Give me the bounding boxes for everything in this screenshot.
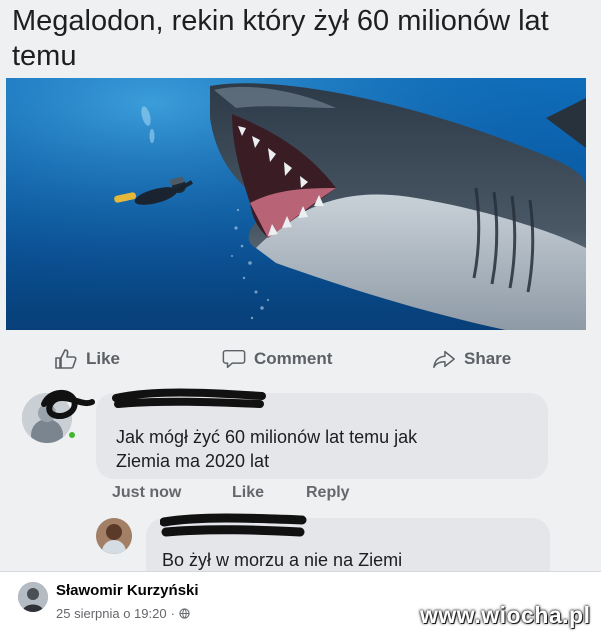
share-arrow-icon	[433, 350, 455, 369]
redaction-scribble	[41, 390, 95, 420]
share-button[interactable]: Share	[432, 346, 511, 372]
post-action-bar: Like Comment Share	[0, 340, 601, 378]
reply-avatar[interactable]	[96, 518, 132, 554]
comment-like-link[interactable]: Like	[232, 484, 264, 502]
redaction-scribble	[112, 388, 266, 408]
comment-reply-label: Reply	[306, 484, 350, 501]
meme-title: Megalodon, rekin który żył 60 milionów l…	[12, 5, 549, 72]
globe-icon	[179, 608, 190, 619]
comment-like-label: Like	[232, 484, 265, 501]
like-button[interactable]: Like	[54, 346, 120, 372]
author-avatar[interactable]	[18, 582, 48, 612]
share-label: Share	[464, 349, 512, 368]
megalodon-photo	[6, 78, 586, 330]
author-name[interactable]: Sławomir Kurzyński	[56, 582, 199, 599]
comment-text-line2: Ziemia ma 2020 lat	[116, 451, 270, 471]
comment-button[interactable]: Comment	[222, 346, 332, 372]
site-watermark: www.wiocha.pl	[420, 602, 591, 628]
redaction-scribble	[160, 513, 307, 537]
reply-commenter-photo	[96, 518, 132, 554]
comment-bubble-icon	[222, 349, 246, 369]
like-label: Like	[86, 349, 121, 368]
comment-reply-link[interactable]: Reply	[306, 484, 350, 502]
author-photo	[18, 582, 48, 612]
reply-text: Bo żył w morzu a nie na Ziemi	[162, 550, 403, 570]
online-status-dot	[67, 430, 77, 440]
thumbs-up-icon	[55, 349, 77, 369]
post-footer: Sławomir Kurzyński 25 sierpnia o 19:20 ·…	[0, 572, 601, 644]
comment-label: Comment	[254, 349, 333, 368]
megalodon-illustration	[6, 78, 586, 330]
post-meta: 25 sierpnia o 19:20 ·	[56, 606, 190, 621]
meme-image: Megalodon, rekin który żył 60 milionów l…	[0, 0, 601, 572]
comment-text-line1: Jak mógł żyć 60 milionów lat temu jak	[116, 427, 418, 447]
meta-separator: ·	[170, 606, 175, 621]
comment-time: Just now	[112, 484, 182, 501]
post-date[interactable]: 25 sierpnia o 19:20	[56, 606, 167, 621]
